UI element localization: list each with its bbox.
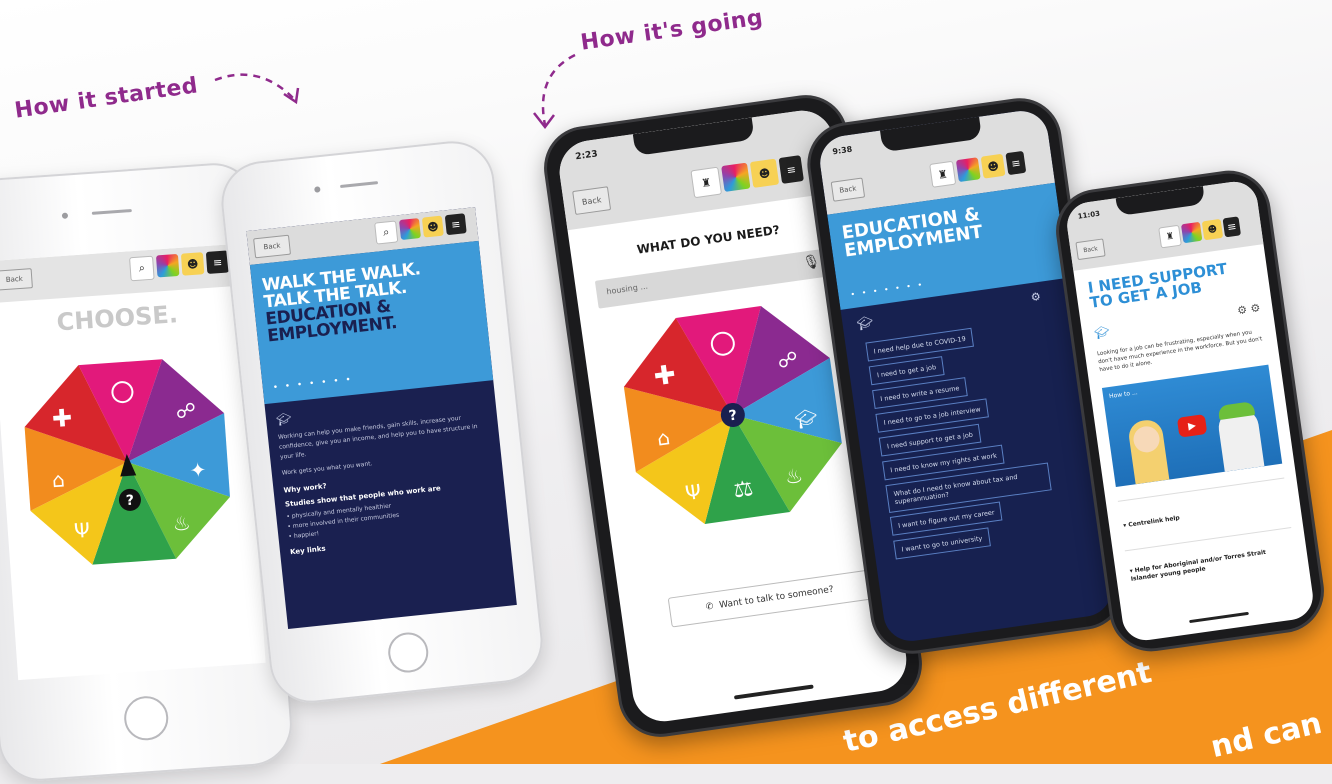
options-list: I need help due to COVID-19 I need to get… — [865, 315, 1105, 640]
trophy-icon[interactable]: ♜ — [929, 160, 957, 188]
home-button[interactable] — [386, 630, 431, 675]
carousel-dots[interactable]: • • • • • • • — [272, 375, 353, 393]
menu-icon[interactable]: ≡ — [1005, 150, 1027, 176]
svg-text:☍: ☍ — [175, 398, 197, 423]
svg-text:⌂: ⌂ — [51, 467, 65, 492]
back-button[interactable]: Back — [830, 177, 866, 202]
page-title: CHOOSE. — [55, 300, 179, 337]
avatar-icon[interactable]: ☻ — [180, 252, 205, 276]
menu-icon[interactable]: ≡ — [778, 155, 804, 184]
status-time: 9:38 — [831, 144, 853, 157]
play-button-icon[interactable]: ▶ — [1176, 414, 1208, 438]
hero-banner: WALK THE WALK. TALK THE TALK. EDUCATION … — [249, 240, 494, 405]
status-time: 2:23 — [574, 149, 599, 163]
curved-arrow-icon — [214, 73, 300, 105]
status-time: 11:03 — [1077, 209, 1101, 221]
graduation-cap-icon: 🎓︎ — [1093, 324, 1111, 341]
wheel-icon[interactable] — [1180, 221, 1203, 244]
svg-text:♨: ♨ — [172, 511, 192, 536]
back-button[interactable]: Back — [0, 268, 33, 291]
back-button[interactable]: Back — [253, 234, 292, 259]
svg-text:⚖: ⚖ — [732, 476, 755, 504]
home-indicator — [1189, 611, 1249, 624]
wheel-icon[interactable] — [955, 157, 981, 183]
home-button[interactable] — [122, 694, 170, 742]
avatar-icon[interactable]: ☻ — [980, 153, 1006, 179]
settings-icon[interactable]: ⚙ — [1030, 290, 1042, 304]
talk-to-someone-button[interactable]: ✆ Want to talk to someone? — [667, 569, 872, 628]
phone2-screen: Back ⌕ ☻ ≡ WALK THE WALK. TALK THE TALK.… — [246, 207, 517, 629]
svg-text:☍: ☍ — [776, 347, 799, 374]
search-icon[interactable]: ⌕ — [374, 220, 399, 245]
top-nav: Back ⌕ ☻ ≡ — [0, 243, 240, 304]
option-button[interactable]: I need help due to COVID-19 — [865, 327, 974, 362]
svg-text:✦: ✦ — [189, 457, 207, 482]
settings-icon[interactable]: ⚙ ⚙ — [1236, 301, 1261, 317]
menu-icon[interactable]: ≡ — [444, 213, 467, 236]
svg-text:♨: ♨ — [783, 463, 804, 489]
svg-text:Ψ: Ψ — [684, 479, 703, 505]
top-nav: 2:23 Back ♜ ☻ ≡ — [555, 106, 841, 231]
microphone-icon[interactable]: 🎙︎ — [802, 253, 822, 271]
trophy-icon[interactable]: ♜ — [1158, 224, 1182, 249]
carousel-dots[interactable]: • • • • • • • — [850, 280, 925, 299]
avatar-icon[interactable]: ☻ — [749, 158, 780, 188]
trophy-icon[interactable]: ♜ — [690, 166, 723, 199]
phone-icon: ✆ — [705, 601, 715, 613]
video-title: How to ... — [1108, 389, 1139, 401]
svg-text:?: ? — [125, 493, 134, 510]
video-player[interactable]: How to ... ▶ — [1101, 364, 1283, 488]
content-body: 🎓︎ Working can help you make friends, ga… — [275, 391, 499, 556]
category-wheel[interactable]: ✚ ☍ ⌂ ✦ Ψ ♨ ? — [10, 345, 245, 580]
body-text: Looking for a job can be frustrating, es… — [1096, 329, 1263, 374]
avatar-icon[interactable]: ☻ — [1201, 218, 1224, 241]
phone1-screen: Back ⌕ ☻ ≡ CHOOSE. ✚ ☍ ⌂ ✦ Ψ ♨ ? — [0, 243, 266, 681]
search-icon[interactable]: ⌕ — [129, 255, 155, 282]
svg-text:✚: ✚ — [652, 360, 678, 393]
svg-text:Ψ: Ψ — [73, 518, 90, 543]
wheel-icon[interactable] — [398, 218, 421, 241]
svg-text:🎓︎: 🎓︎ — [793, 407, 819, 431]
category-wheel[interactable]: ✚ ☍ ⌂ 🎓︎ Ψ ⚖ ♨ ? — [606, 289, 859, 542]
svg-text:✚: ✚ — [51, 404, 73, 433]
accordion-centrelink[interactable]: ▾ Centrelink help — [1123, 515, 1180, 530]
avatar-icon[interactable]: ☻ — [421, 215, 444, 238]
home-indicator — [733, 684, 814, 700]
back-button[interactable]: Back — [1075, 238, 1106, 261]
wheel-icon[interactable] — [155, 253, 180, 278]
accordion-aboriginal-help[interactable]: ▾ Help for Aboriginal and/or Torres Stra… — [1129, 546, 1290, 584]
curved-arrow-icon — [533, 53, 576, 130]
page-title: I NEED SUPPORT TO GET A JOB — [1086, 259, 1229, 312]
menu-icon[interactable]: ≡ — [1222, 216, 1242, 238]
top-nav: 11:03 Back ♜ ☻ ≡ — [1064, 178, 1264, 271]
phone-old-education: Back ⌕ ☻ ≡ WALK THE WALK. TALK THE TALK.… — [217, 137, 547, 707]
wheel-icon[interactable] — [721, 162, 751, 192]
graduation-cap-icon: 🎓︎ — [855, 315, 875, 333]
back-button[interactable]: Back — [572, 186, 612, 215]
